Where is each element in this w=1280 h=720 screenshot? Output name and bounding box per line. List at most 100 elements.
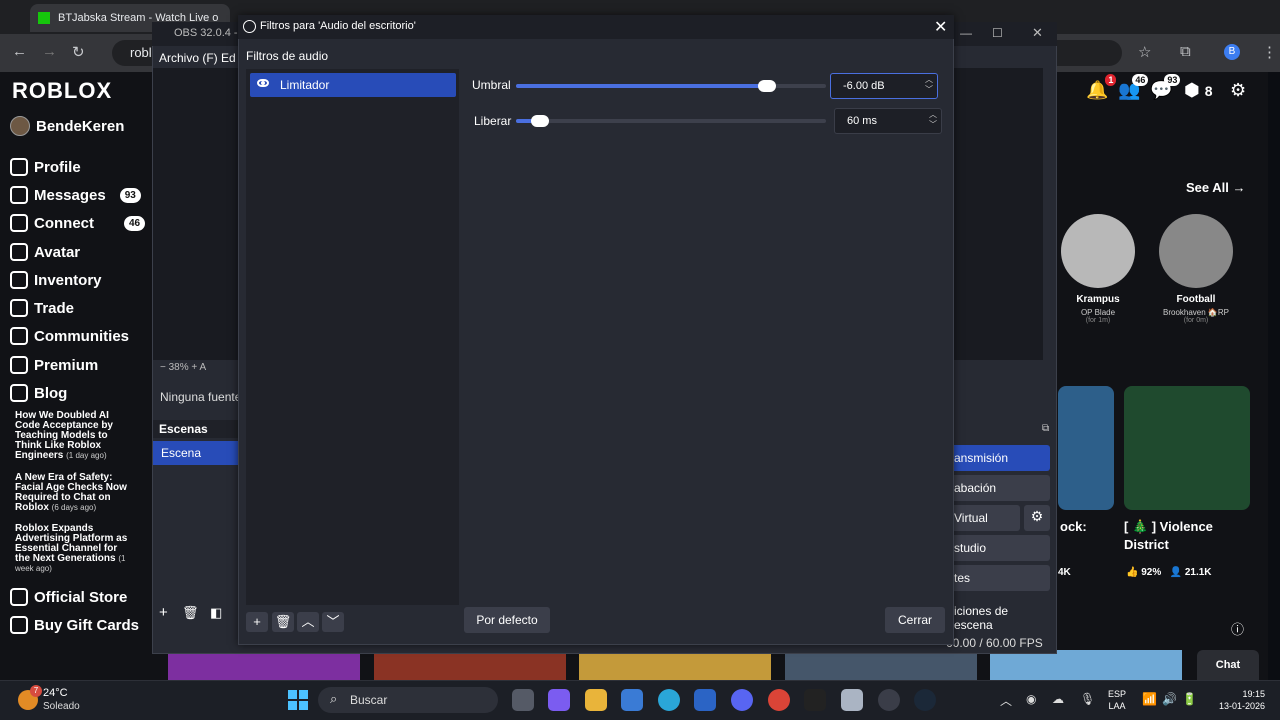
- windows-start-icon[interactable]: [288, 690, 308, 710]
- remove-scene-icon[interactable]: 🗑: [182, 605, 199, 621]
- release-slider[interactable]: [516, 115, 826, 127]
- forward-icon[interactable]: →: [42, 43, 57, 60]
- nav-blog[interactable]: Blog: [10, 384, 67, 402]
- filter-list-item[interactable]: Limitador: [250, 73, 456, 97]
- game-thumbnail[interactable]: [374, 650, 566, 680]
- gift-cards-link[interactable]: Buy Gift Cards: [10, 616, 139, 634]
- file-explorer-icon[interactable]: [585, 689, 607, 711]
- obs-zoom-controls[interactable]: − 38% + A: [160, 362, 206, 373]
- threshold-slider[interactable]: [516, 80, 826, 92]
- see-all-link[interactable]: See All →: [1186, 180, 1245, 195]
- taskbar-search[interactable]: Buscar: [318, 687, 498, 713]
- friend-card[interactable]: Krampus OP Blade (for 1m): [1058, 214, 1138, 324]
- steam-icon[interactable]: [914, 689, 936, 711]
- blog-post[interactable]: Roblox Expands Advertising Platform as E…: [15, 524, 135, 574]
- game-thumbnail[interactable]: [168, 650, 360, 680]
- capcut-icon[interactable]: [804, 689, 826, 711]
- settings-button[interactable]: tes: [950, 565, 1050, 591]
- nav-connect[interactable]: Connect 46: [10, 214, 146, 232]
- tray-app-icon[interactable]: ◉: [1026, 692, 1036, 706]
- move-up-icon[interactable]: ︿: [297, 612, 319, 632]
- language-indicator[interactable]: ESP LAA: [1108, 688, 1126, 712]
- blog-post[interactable]: A New Era of Safety: Facial Age Checks N…: [15, 473, 135, 513]
- nav-profile[interactable]: Profile: [10, 158, 81, 176]
- close-icon[interactable]: ✕: [934, 17, 947, 37]
- close-button[interactable]: Cerrar: [885, 607, 945, 633]
- bookmark-star-icon[interactable]: ☆: [1138, 43, 1151, 61]
- roblox-logo[interactable]: ROBLOX: [12, 78, 112, 104]
- chat-button[interactable]: Chat: [1197, 650, 1259, 680]
- robux-icon[interactable]: ⬢ 8: [1184, 80, 1213, 101]
- blog-post[interactable]: How We Doubled AI Code Acceptance by Tea…: [15, 411, 135, 461]
- visibility-eye-icon[interactable]: [257, 79, 269, 87]
- threshold-spinbox[interactable]: -6.00 dB ︿ ﹀: [830, 73, 938, 99]
- friends-icon[interactable]: 👥 46: [1118, 74, 1149, 101]
- nav-avatar[interactable]: Avatar: [10, 243, 80, 261]
- store-icon[interactable]: [621, 689, 643, 711]
- copilot-icon[interactable]: [548, 689, 570, 711]
- defaults-button[interactable]: Por defecto: [464, 607, 550, 633]
- obs-taskbar-icon[interactable]: [878, 689, 900, 711]
- minimize-icon[interactable]: —: [960, 26, 972, 40]
- remove-filter-icon[interactable]: 🗑: [272, 612, 294, 632]
- outlook-icon[interactable]: [694, 689, 716, 711]
- nav-inventory[interactable]: Inventory: [10, 271, 102, 289]
- taskbar-clock[interactable]: 19:15 13-01-2026: [1205, 688, 1265, 712]
- game-title[interactable]: [ 🎄 ] Violence District: [1124, 518, 1254, 554]
- add-scene-icon[interactable]: +: [159, 604, 168, 621]
- friend-since: (for 0m): [1183, 317, 1209, 324]
- nav-messages[interactable]: Messages 93: [10, 186, 141, 204]
- search-placeholder: Buscar: [350, 693, 388, 707]
- start-streaming-button[interactable]: ansmisión: [950, 445, 1050, 471]
- edge-icon[interactable]: [658, 689, 680, 711]
- nav-trade[interactable]: Trade: [10, 299, 74, 317]
- profile-avatar-icon[interactable]: B: [1224, 44, 1240, 60]
- settings-gear-icon[interactable]: ⚙: [1230, 80, 1246, 101]
- game-thumbnail[interactable]: [785, 650, 977, 680]
- reload-icon[interactable]: ↻: [72, 43, 85, 61]
- game-thumbnail[interactable]: [1058, 386, 1114, 510]
- notifications-icon[interactable]: 🔔 1: [1086, 74, 1117, 101]
- spin-arrows-icon[interactable]: ︿ ﹀: [929, 110, 937, 130]
- virtual-camera-button[interactable]: Virtual: [950, 505, 1020, 531]
- extensions-icon[interactable]: ⧉: [1180, 43, 1191, 60]
- roblox-user[interactable]: BendeKeren: [10, 116, 124, 136]
- browser-menu-icon[interactable]: ⋮: [1262, 43, 1277, 61]
- battery-icon[interactable]: 🔋: [1182, 692, 1197, 706]
- start-recording-button[interactable]: abación: [950, 475, 1050, 501]
- virtual-camera-settings-icon[interactable]: ⚙: [1024, 505, 1050, 531]
- discord-icon[interactable]: [731, 689, 753, 711]
- release-slider-handle[interactable]: [531, 115, 549, 127]
- scene-filters-icon[interactable]: ◧: [210, 605, 222, 621]
- obs-scene-item[interactable]: Escena: [153, 441, 238, 465]
- official-store-link[interactable]: Official Store: [10, 588, 127, 606]
- game-thumbnail[interactable]: [579, 650, 771, 680]
- back-icon[interactable]: ←: [12, 43, 27, 60]
- wifi-icon[interactable]: 📶: [1142, 692, 1157, 706]
- game-thumbnail[interactable]: [990, 650, 1182, 680]
- nav-premium[interactable]: Premium: [10, 356, 98, 374]
- friend-card[interactable]: Football Brookhaven 🏠RP (for 0m): [1156, 214, 1236, 324]
- add-filter-icon[interactable]: +: [246, 612, 268, 632]
- game-thumbnail[interactable]: [1124, 386, 1250, 510]
- game-title[interactable]: ock:: [1060, 518, 1087, 536]
- task-view-icon[interactable]: [512, 689, 534, 711]
- threshold-slider-handle[interactable]: [758, 80, 776, 92]
- nav-communities[interactable]: Communities: [10, 327, 129, 345]
- spin-arrows-icon[interactable]: ︿ ﹀: [925, 75, 933, 95]
- release-spinbox[interactable]: 60 ms ︿ ﹀: [834, 108, 942, 134]
- app-icon[interactable]: [841, 689, 863, 711]
- close-icon[interactable]: ✕: [1032, 25, 1043, 41]
- studio-mode-button[interactable]: studio: [950, 535, 1050, 561]
- dock-float-icon[interactable]: ⧉: [1042, 423, 1049, 434]
- volume-icon[interactable]: 🔊: [1162, 692, 1177, 706]
- onedrive-icon[interactable]: ☁: [1052, 692, 1064, 706]
- chat-icon[interactable]: 💬 93: [1150, 74, 1181, 101]
- maximize-icon[interactable]: ☐: [992, 26, 1003, 40]
- game-stats: 👍 92% 👤 21.1K: [1126, 567, 1212, 578]
- info-icon[interactable]: ⓘ: [1231, 619, 1244, 638]
- microphone-icon[interactable]: 🎙: [1080, 692, 1095, 706]
- move-down-icon[interactable]: ﹀: [322, 612, 344, 632]
- chrome-icon[interactable]: [768, 689, 790, 711]
- tray-chevron-icon[interactable]: ︿: [1000, 692, 1012, 709]
